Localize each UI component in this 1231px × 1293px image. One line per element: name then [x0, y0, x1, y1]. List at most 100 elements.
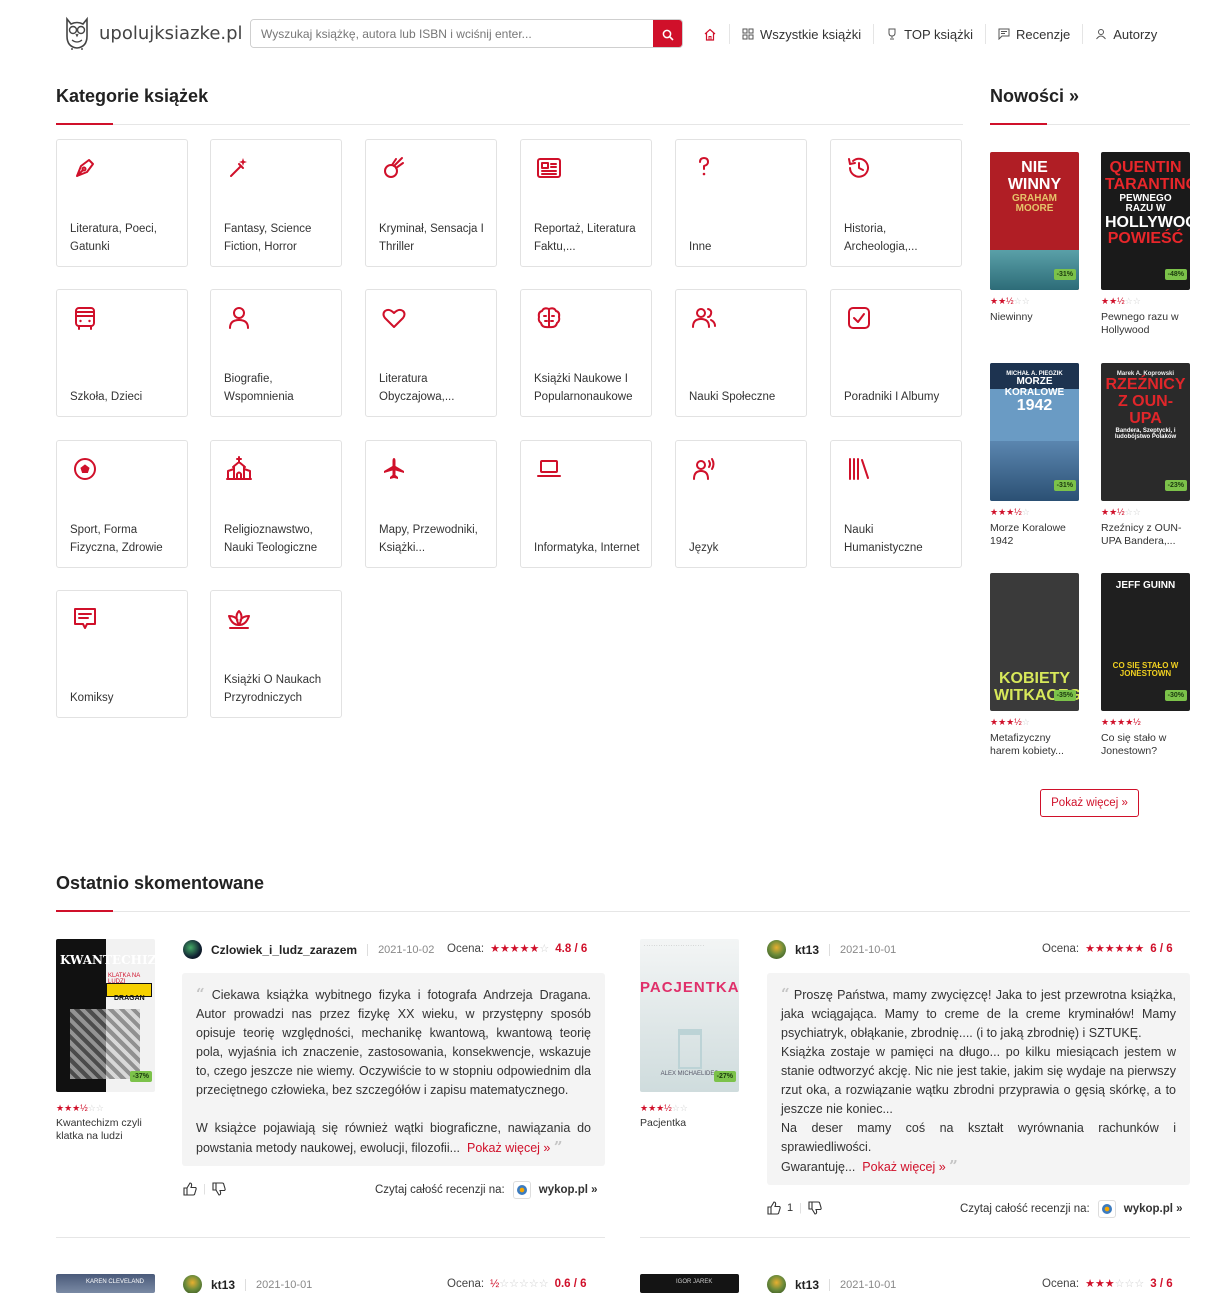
avatar[interactable] [183, 1275, 202, 1293]
category-card[interactable]: Inne [675, 139, 807, 267]
category-label: Religioznawstwo, Nauki Teologiczne [224, 524, 318, 554]
review-username[interactable]: Czlowiek_i_ludz_zarazem [211, 943, 357, 957]
rating-stars: ★★★★★☆ [490, 943, 550, 955]
new-books-title[interactable]: Nowości » [990, 86, 1079, 107]
review-author: kt13 2021-10-01 [767, 940, 896, 959]
rating-label: Ocena: [447, 1277, 485, 1290]
new-book-title[interactable]: Niewinny [990, 311, 1080, 337]
book-cover[interactable]: NIE WINNY GRAHAM MOORE -31% [990, 152, 1079, 290]
new-book-item[interactable]: KOBIETYWITKACEGO-35% ★★★½☆ Metafizyczny ha… [990, 573, 1080, 758]
book-rating-stars: ★★★½☆ [990, 717, 1030, 727]
pen-nib-icon [76, 159, 94, 177]
category-card[interactable]: Komiksy [56, 590, 188, 718]
new-book-item[interactable]: QUENTINTARANTINOPEWNEGO RAZU WHOLLYWOODP… [1101, 152, 1191, 337]
new-book-title[interactable]: Rzeźnicy z OUN-UPA Bandera,... [1101, 522, 1191, 548]
review-username[interactable]: kt13 [211, 1278, 235, 1292]
discount-badge: -30% [1164, 690, 1187, 701]
category-card[interactable]: Nauki Humanistyczne [830, 440, 962, 568]
source-link[interactable]: wykop.pl » [1124, 1203, 1183, 1215]
category-card[interactable]: Kryminał, Sensacja I Thriller [365, 139, 497, 267]
categories-divider [56, 124, 963, 125]
category-card[interactable]: Fantasy, Science Fiction, Horror [210, 139, 342, 267]
review-book-title[interactable]: Pacjentka [640, 1117, 740, 1130]
category-card[interactable]: Religioznawstwo, Nauki Teologiczne [210, 440, 342, 568]
review-rating: Ocena: ★★★★★☆ 4.8 / 6 [447, 942, 587, 956]
new-book-item[interactable]: MICHAŁ A. PIEGZIK MORZE KORALOWE 1942 -31% ★… [990, 363, 1080, 548]
category-card[interactable]: Mapy, Przewodniki, Książki... [365, 440, 497, 568]
new-book-title[interactable]: Metafizyczny harem kobiety... [990, 732, 1080, 758]
category-card[interactable]: Informatyka, Internet [520, 440, 652, 568]
category-card[interactable]: Nauki Społeczne [675, 289, 807, 417]
new-book-item[interactable]: Marek A. Koprowski RZEŹNICY Z OUN-UPA Bande… [1101, 363, 1191, 548]
category-card[interactable]: Książki Naukowe I Popularnonaukowe [520, 289, 652, 417]
new-books-more-button[interactable]: Pokaż więcej » [1040, 789, 1139, 817]
logo[interactable]: upolujksiazke.pl [63, 16, 243, 50]
cover-text: PACJENTKA [640, 979, 739, 996]
cover-text: KOBIETY [998, 670, 1071, 687]
show-more-link[interactable]: Pokaż więcej » [862, 1160, 945, 1174]
new-book-title[interactable]: Co się stało w Jonestown? [1101, 732, 1191, 758]
nav-top-books[interactable]: TOP książki [873, 24, 985, 44]
review-username[interactable]: kt13 [795, 1278, 819, 1292]
nav-reviews[interactable]: Recenzje [985, 24, 1082, 44]
heart-icon [382, 308, 406, 328]
category-card[interactable]: Literatura, Poeci, Gatunki [56, 139, 188, 267]
new-book-item[interactable]: NIE WINNY GRAHAM MOORE -31% ★★½☆☆ Niewinny [990, 152, 1080, 337]
rating-value: 0.6 / 6 [554, 1277, 587, 1290]
rating-stars: ★★★★★★ [1085, 943, 1145, 955]
avatar[interactable] [767, 1275, 786, 1293]
review-book-cover[interactable]: IGOR JAREK [640, 1274, 739, 1293]
thumbs-up-icon[interactable] [183, 1182, 197, 1196]
review-book-cover[interactable]: · · · · · · · · · · · · · · · · · · · · … [640, 939, 739, 1092]
category-card[interactable]: Sport, Forma Fizyczna, Zdrowie [56, 440, 188, 568]
cover-text: DRAGAN [114, 995, 145, 1002]
church-icon [226, 456, 252, 480]
nav-home[interactable] [703, 24, 729, 44]
category-card[interactable]: Szkoła, Dzieci [56, 289, 188, 417]
cover-text: KWANTECHIZM [60, 953, 155, 967]
cover-text: WINNY [1007, 175, 1062, 193]
review-book-title[interactable]: Kwantechizm czyli klatka na ludzi [56, 1117, 156, 1143]
speech-bubble-icon [74, 608, 96, 629]
thumbs-down-icon[interactable] [808, 1201, 822, 1215]
nav-authors[interactable]: Autorzy [1082, 24, 1169, 44]
book-rating-stars: ★★½☆☆ [990, 296, 1030, 306]
search-button[interactable] [653, 20, 682, 47]
book-rating-stars: ★★★★½ [1101, 717, 1141, 727]
review-author: Czlowiek_i_ludz_zarazem 2021-10-02 [183, 940, 434, 959]
show-more-link[interactable]: Pokaż więcej » [467, 1141, 550, 1155]
new-book-item[interactable]: JEFF GUINN CO SIĘ STAŁO W JONESTOWN -30% ★★… [1101, 573, 1191, 758]
review-book-cover[interactable]: KWANTECHIZM KLATKA NA LUDZI DRAGAN -37% [56, 939, 155, 1092]
cover-text: RZEŹNICY [1105, 376, 1186, 394]
avatar[interactable] [183, 940, 202, 959]
new-book-title[interactable]: Morze Koralowe 1942 [990, 522, 1080, 548]
category-card[interactable]: Historia, Archeologia,... [830, 139, 962, 267]
review-book-cover[interactable]: KAREN CLEVELAND [56, 1274, 155, 1293]
category-label: Nauki Społeczne [689, 391, 776, 403]
cover-text: Z OUN-UPA [1117, 393, 1174, 427]
category-card[interactable]: Biografie, Wspomnienia [210, 289, 342, 417]
category-card[interactable]: Książki O Naukach Przyrodniczych [210, 590, 342, 718]
category-card[interactable]: Język [675, 440, 807, 568]
category-card[interactable]: Literatura Obyczajowa,... [365, 289, 497, 417]
nav-authors-label: Autorzy [1113, 26, 1158, 42]
category-card[interactable]: Reportaż, Literatura Faktu,... [520, 139, 652, 267]
thumbs-up-icon[interactable] [767, 1201, 781, 1215]
book-cover[interactable]: MICHAŁ A. PIEGZIK MORZE KORALOWE 1942 -31% [990, 363, 1079, 501]
cover-text: TARANTINO [1105, 175, 1190, 193]
review-separator [640, 1237, 1190, 1238]
avatar[interactable] [767, 940, 786, 959]
search-input[interactable] [251, 20, 653, 47]
source-link[interactable]: wykop.pl » [539, 1184, 598, 1196]
book-cover[interactable]: QUENTINTARANTINOPEWNEGO RAZU WHOLLYWOODP… [1101, 152, 1190, 290]
category-label: Szkoła, Dzieci [70, 391, 143, 403]
category-card[interactable]: Poradniki I Albumy [830, 289, 962, 417]
book-cover[interactable]: Marek A. Koprowski RZEŹNICY Z OUN-UPA Bande… [1101, 363, 1190, 501]
new-book-title[interactable]: Pewnego razu w Hollywood [1101, 311, 1191, 337]
nav-all-books[interactable]: Wszystkie książki [729, 24, 873, 44]
book-cover[interactable]: KOBIETYWITKACEGO-35% [990, 573, 1079, 711]
ball-icon [74, 458, 96, 480]
thumbs-down-icon[interactable] [212, 1182, 226, 1196]
book-cover[interactable]: JEFF GUINN CO SIĘ STAŁO W JONESTOWN -30% [1101, 573, 1190, 711]
review-username[interactable]: kt13 [795, 943, 819, 957]
